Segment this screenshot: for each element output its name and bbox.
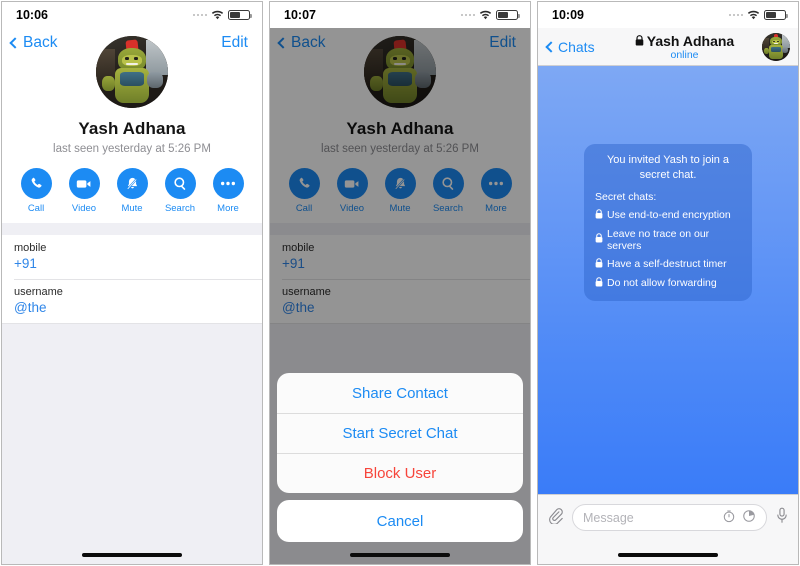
chevron-left-icon	[9, 37, 21, 49]
signal-dots-icon	[192, 13, 207, 17]
chat-title-block[interactable]: Yash Adhana online	[613, 33, 756, 61]
service-message-subtitle: Secret chats:	[595, 190, 657, 203]
chat-contact-name: Yash Adhana	[646, 32, 735, 49]
back-button[interactable]: Back	[9, 34, 58, 52]
message-input[interactable]: Message	[572, 504, 767, 531]
more-button-label: More	[217, 203, 239, 214]
bottom-safe-area	[538, 540, 798, 564]
info-row-label: mobile	[14, 242, 47, 254]
action-sheet-group: Share Contact Start Secret Chat Block Us…	[277, 373, 523, 493]
status-bar-time: 10:06	[16, 8, 48, 22]
profile-header: Yash Adhana last seen yesterday at 5:26 …	[2, 36, 262, 155]
bullet-text: Leave no trace on our servers	[607, 227, 710, 252]
bullet-text: Do not allow forwarding	[607, 277, 717, 290]
phone-panel-action-sheet: 10:07 Back Edit Yash Adhana last seen ye…	[269, 1, 531, 565]
home-indicator[interactable]	[350, 553, 450, 557]
message-placeholder: Message	[583, 510, 634, 525]
chats-back-button[interactable]: Chats	[545, 38, 613, 55]
page-title: Yash Adhana	[78, 119, 186, 138]
home-indicator[interactable]	[82, 553, 182, 557]
search-button-label: Search	[164, 203, 196, 214]
info-row-value: +91	[14, 256, 37, 271]
service-message-bullet: Have a self-destruct timer	[595, 257, 741, 271]
lock-icon	[595, 257, 603, 271]
call-button[interactable]: Call	[16, 168, 56, 214]
cancel-button[interactable]: Cancel	[277, 500, 523, 542]
lock-icon	[635, 33, 644, 49]
video-camera-icon	[68, 168, 100, 199]
contact-info-list: mobile +91 username @the	[2, 235, 262, 323]
chat-navigation-bar: Chats Yash Adhana online	[538, 28, 798, 66]
block-user-button[interactable]: Block User	[277, 453, 523, 493]
back-button-label: Back	[23, 34, 58, 51]
screenshot-stage: 10:06 Back Edit Yash Adhana last seen ye…	[0, 0, 800, 566]
status-bar: 10:06	[2, 2, 262, 28]
status-bar-indicators	[728, 9, 788, 21]
battery-icon	[496, 9, 520, 21]
info-row-value: @the	[14, 300, 47, 315]
wifi-icon	[479, 10, 492, 20]
action-buttons-row: Call Video Mute Search More	[2, 155, 262, 223]
navigation-bar: Back Edit	[2, 28, 262, 62]
action-sheet: Share Contact Start Secret Chat Block Us…	[270, 373, 530, 564]
signal-dots-icon	[460, 13, 475, 17]
bullet-text: Use end-to-end encryption	[607, 209, 731, 222]
status-bar-time: 10:07	[284, 8, 316, 22]
service-message-bullet: Use end-to-end encryption	[595, 208, 741, 222]
video-button-label: Video	[71, 203, 97, 214]
lock-icon	[595, 233, 603, 246]
phone-panel-secret-chat: 10:09 Chats Yash Adhana online You invit…	[537, 1, 799, 565]
lock-icon	[595, 208, 603, 222]
chevron-left-icon	[545, 40, 557, 53]
search-button[interactable]: Search	[160, 168, 200, 214]
list-item[interactable]: mobile +91	[2, 235, 262, 279]
wifi-icon	[747, 10, 760, 20]
lock-icon	[595, 276, 603, 290]
info-row-label: username	[14, 286, 63, 298]
chat-avatar[interactable]	[762, 32, 790, 61]
self-destruct-timer-icon[interactable]	[722, 509, 736, 526]
list-item[interactable]: username @the	[2, 279, 262, 323]
ellipsis-icon	[212, 168, 244, 199]
phone-icon	[20, 168, 52, 199]
battery-icon	[228, 9, 252, 21]
service-message-title: You invited Yash to join a secret chat.	[606, 154, 730, 181]
share-contact-button[interactable]: Share Contact	[277, 373, 523, 413]
service-message-bullet: Leave no trace on our servers	[595, 228, 741, 252]
search-icon	[164, 168, 196, 199]
status-bar: 10:07	[270, 2, 530, 28]
mute-button-label: Mute	[121, 203, 143, 214]
last-seen-text: last seen yesterday at 5:26 PM	[53, 143, 211, 155]
bell-slash-icon	[116, 168, 148, 199]
status-bar: 10:09	[538, 2, 798, 28]
message-input-bar: Message	[538, 494, 798, 540]
status-bar-indicators	[192, 9, 252, 21]
secret-chat-service-message: You invited Yash to join a secret chat. …	[584, 144, 752, 301]
status-bar-time: 10:09	[552, 8, 584, 22]
status-bar-indicators	[460, 9, 520, 21]
service-message-bullet: Do not allow forwarding	[595, 276, 741, 290]
signal-dots-icon	[728, 13, 743, 17]
call-button-label: Call	[27, 203, 45, 214]
chat-message-area: You invited Yash to join a secret chat. …	[538, 66, 798, 494]
start-secret-chat-button[interactable]: Start Secret Chat	[277, 413, 523, 453]
list-spacer	[2, 223, 262, 235]
page-background	[2, 324, 262, 564]
paperclip-icon[interactable]	[547, 507, 564, 529]
edit-button[interactable]: Edit	[221, 34, 248, 52]
mute-button[interactable]: Mute	[112, 168, 152, 214]
phone-panel-profile: 10:06 Back Edit Yash Adhana last seen ye…	[1, 1, 263, 565]
wifi-icon	[211, 10, 224, 20]
sticker-icon[interactable]	[742, 509, 756, 526]
chat-title-row: Yash Adhana	[613, 33, 756, 49]
video-button[interactable]: Video	[64, 168, 104, 214]
home-indicator[interactable]	[618, 553, 718, 557]
more-button[interactable]: More	[208, 168, 248, 214]
chat-online-status: online	[670, 48, 699, 61]
chats-back-label: Chats	[558, 38, 595, 55]
battery-icon	[764, 9, 788, 21]
microphone-icon[interactable]	[775, 507, 789, 529]
bullet-text: Have a self-destruct timer	[607, 258, 727, 271]
